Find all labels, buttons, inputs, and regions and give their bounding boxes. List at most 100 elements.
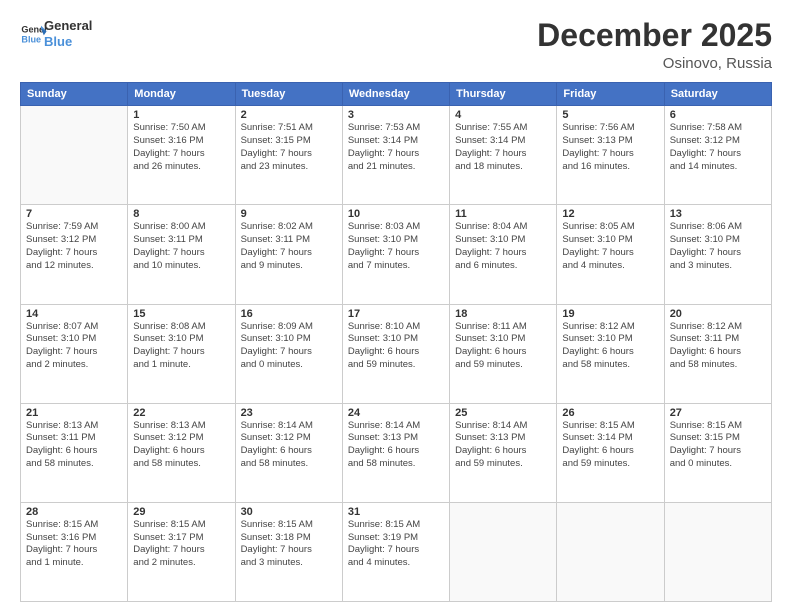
day-number: 14 [26, 308, 122, 320]
day-number: 22 [133, 407, 229, 419]
table-row: 8Sunrise: 8:00 AMSunset: 3:11 PMDaylight… [128, 205, 235, 304]
day-info: Sunrise: 8:15 AMSunset: 3:17 PMDaylight:… [133, 519, 229, 570]
table-row: 31Sunrise: 8:15 AMSunset: 3:19 PMDayligh… [342, 502, 449, 601]
day-number: 8 [133, 208, 229, 220]
day-info: Sunrise: 8:15 AMSunset: 3:18 PMDaylight:… [241, 519, 337, 570]
day-number: 29 [133, 506, 229, 518]
table-row: 25Sunrise: 8:14 AMSunset: 3:13 PMDayligh… [450, 403, 557, 502]
table-row: 7Sunrise: 7:59 AMSunset: 3:12 PMDaylight… [21, 205, 128, 304]
day-number: 26 [562, 407, 658, 419]
day-info: Sunrise: 8:07 AMSunset: 3:10 PMDaylight:… [26, 321, 122, 372]
table-row: 22Sunrise: 8:13 AMSunset: 3:12 PMDayligh… [128, 403, 235, 502]
day-info: Sunrise: 8:05 AMSunset: 3:10 PMDaylight:… [562, 221, 658, 272]
header-tuesday: Tuesday [235, 83, 342, 106]
table-row: 4Sunrise: 7:55 AMSunset: 3:14 PMDaylight… [450, 106, 557, 205]
day-info: Sunrise: 8:15 AMSunset: 3:19 PMDaylight:… [348, 519, 444, 570]
day-number: 31 [348, 506, 444, 518]
day-number: 17 [348, 308, 444, 320]
day-number: 3 [348, 109, 444, 121]
table-row: 3Sunrise: 7:53 AMSunset: 3:14 PMDaylight… [342, 106, 449, 205]
table-row [557, 502, 664, 601]
header-monday: Monday [128, 83, 235, 106]
day-info: Sunrise: 8:08 AMSunset: 3:10 PMDaylight:… [133, 321, 229, 372]
day-number: 28 [26, 506, 122, 518]
day-info: Sunrise: 7:51 AMSunset: 3:15 PMDaylight:… [241, 122, 337, 173]
table-row [450, 502, 557, 601]
day-info: Sunrise: 8:06 AMSunset: 3:10 PMDaylight:… [670, 221, 766, 272]
day-number: 20 [670, 308, 766, 320]
day-number: 2 [241, 109, 337, 121]
logo-line1: General [44, 18, 92, 34]
day-number: 15 [133, 308, 229, 320]
header-sunday: Sunday [21, 83, 128, 106]
day-info: Sunrise: 8:09 AMSunset: 3:10 PMDaylight:… [241, 321, 337, 372]
day-info: Sunrise: 8:13 AMSunset: 3:12 PMDaylight:… [133, 420, 229, 471]
calendar-header-row: Sunday Monday Tuesday Wednesday Thursday… [21, 83, 772, 106]
table-row: 17Sunrise: 8:10 AMSunset: 3:10 PMDayligh… [342, 304, 449, 403]
table-row: 12Sunrise: 8:05 AMSunset: 3:10 PMDayligh… [557, 205, 664, 304]
table-row: 30Sunrise: 8:15 AMSunset: 3:18 PMDayligh… [235, 502, 342, 601]
header-wednesday: Wednesday [342, 83, 449, 106]
day-info: Sunrise: 8:12 AMSunset: 3:11 PMDaylight:… [670, 321, 766, 372]
day-number: 30 [241, 506, 337, 518]
table-row: 27Sunrise: 8:15 AMSunset: 3:15 PMDayligh… [664, 403, 771, 502]
table-row: 24Sunrise: 8:14 AMSunset: 3:13 PMDayligh… [342, 403, 449, 502]
day-number: 4 [455, 109, 551, 121]
calendar-table: Sunday Monday Tuesday Wednesday Thursday… [20, 82, 772, 602]
logo: General Blue General Blue [20, 18, 92, 49]
day-number: 10 [348, 208, 444, 220]
day-info: Sunrise: 8:14 AMSunset: 3:12 PMDaylight:… [241, 420, 337, 471]
table-row: 23Sunrise: 8:14 AMSunset: 3:12 PMDayligh… [235, 403, 342, 502]
table-row: 13Sunrise: 8:06 AMSunset: 3:10 PMDayligh… [664, 205, 771, 304]
day-info: Sunrise: 8:14 AMSunset: 3:13 PMDaylight:… [455, 420, 551, 471]
day-info: Sunrise: 7:56 AMSunset: 3:13 PMDaylight:… [562, 122, 658, 173]
table-row: 2Sunrise: 7:51 AMSunset: 3:15 PMDaylight… [235, 106, 342, 205]
svg-text:Blue: Blue [21, 34, 41, 44]
day-number: 12 [562, 208, 658, 220]
table-row: 16Sunrise: 8:09 AMSunset: 3:10 PMDayligh… [235, 304, 342, 403]
header-friday: Friday [557, 83, 664, 106]
main-title: December 2025 [537, 18, 772, 53]
day-number: 5 [562, 109, 658, 121]
table-row: 19Sunrise: 8:12 AMSunset: 3:10 PMDayligh… [557, 304, 664, 403]
table-row: 15Sunrise: 8:08 AMSunset: 3:10 PMDayligh… [128, 304, 235, 403]
page: General Blue General Blue December 2025 … [0, 0, 792, 612]
table-row: 6Sunrise: 7:58 AMSunset: 3:12 PMDaylight… [664, 106, 771, 205]
calendar-week-row: 21Sunrise: 8:13 AMSunset: 3:11 PMDayligh… [21, 403, 772, 502]
day-number: 9 [241, 208, 337, 220]
table-row [21, 106, 128, 205]
day-number: 16 [241, 308, 337, 320]
table-row: 20Sunrise: 8:12 AMSunset: 3:11 PMDayligh… [664, 304, 771, 403]
table-row: 18Sunrise: 8:11 AMSunset: 3:10 PMDayligh… [450, 304, 557, 403]
day-number: 13 [670, 208, 766, 220]
logo-line2: Blue [44, 34, 92, 50]
table-row: 9Sunrise: 8:02 AMSunset: 3:11 PMDaylight… [235, 205, 342, 304]
table-row: 26Sunrise: 8:15 AMSunset: 3:14 PMDayligh… [557, 403, 664, 502]
day-info: Sunrise: 8:10 AMSunset: 3:10 PMDaylight:… [348, 321, 444, 372]
header-thursday: Thursday [450, 83, 557, 106]
day-number: 24 [348, 407, 444, 419]
day-number: 11 [455, 208, 551, 220]
day-number: 7 [26, 208, 122, 220]
day-number: 27 [670, 407, 766, 419]
table-row: 21Sunrise: 8:13 AMSunset: 3:11 PMDayligh… [21, 403, 128, 502]
day-info: Sunrise: 8:13 AMSunset: 3:11 PMDaylight:… [26, 420, 122, 471]
calendar-week-row: 28Sunrise: 8:15 AMSunset: 3:16 PMDayligh… [21, 502, 772, 601]
day-info: Sunrise: 7:50 AMSunset: 3:16 PMDaylight:… [133, 122, 229, 173]
calendar-week-row: 7Sunrise: 7:59 AMSunset: 3:12 PMDaylight… [21, 205, 772, 304]
day-info: Sunrise: 8:04 AMSunset: 3:10 PMDaylight:… [455, 221, 551, 272]
day-info: Sunrise: 8:12 AMSunset: 3:10 PMDaylight:… [562, 321, 658, 372]
day-info: Sunrise: 7:55 AMSunset: 3:14 PMDaylight:… [455, 122, 551, 173]
day-number: 6 [670, 109, 766, 121]
table-row: 1Sunrise: 7:50 AMSunset: 3:16 PMDaylight… [128, 106, 235, 205]
day-info: Sunrise: 8:11 AMSunset: 3:10 PMDaylight:… [455, 321, 551, 372]
day-info: Sunrise: 8:02 AMSunset: 3:11 PMDaylight:… [241, 221, 337, 272]
day-number: 21 [26, 407, 122, 419]
calendar-week-row: 14Sunrise: 8:07 AMSunset: 3:10 PMDayligh… [21, 304, 772, 403]
day-info: Sunrise: 7:58 AMSunset: 3:12 PMDaylight:… [670, 122, 766, 173]
calendar-week-row: 1Sunrise: 7:50 AMSunset: 3:16 PMDaylight… [21, 106, 772, 205]
table-row: 28Sunrise: 8:15 AMSunset: 3:16 PMDayligh… [21, 502, 128, 601]
table-row: 5Sunrise: 7:56 AMSunset: 3:13 PMDaylight… [557, 106, 664, 205]
day-info: Sunrise: 7:59 AMSunset: 3:12 PMDaylight:… [26, 221, 122, 272]
table-row: 14Sunrise: 8:07 AMSunset: 3:10 PMDayligh… [21, 304, 128, 403]
